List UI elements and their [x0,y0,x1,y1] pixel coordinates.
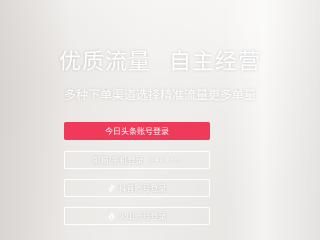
headline-right: 自主经营 [169,50,262,75]
toutiao-login-label: 今日头条账号登录 [105,126,169,136]
huoshan-login-button[interactable]: 火山账号登录 [64,207,210,225]
email-phone-login-button[interactable]: 邮箱/手机登录 (巨量引擎账号) [64,151,210,169]
huoshan-login-label: 火山账号登录 [118,211,167,221]
douyin-icon [108,184,116,192]
email-phone-login-label: 邮箱/手机登录 [92,155,144,165]
huoshan-flame-icon [108,212,116,220]
douyin-login-button[interactable]: 抖音账号登录 [64,179,210,197]
douyin-login-label: 抖音账号登录 [118,183,167,193]
hero-subheadline: 多种下单渠道选择精准流量更多单量 [63,88,256,102]
headline-left: 优质流量 [58,50,151,75]
login-panel: 优质流量 自主经营 多种下单渠道选择精准流量更多单量 今日头条账号登录 邮箱/手机… [0,0,320,240]
email-phone-login-hint: (巨量引擎账号) [147,157,182,164]
toutiao-login-button[interactable]: 今日头条账号登录 [64,122,210,140]
hero-headline: 优质流量 自主经营 [0,44,320,76]
